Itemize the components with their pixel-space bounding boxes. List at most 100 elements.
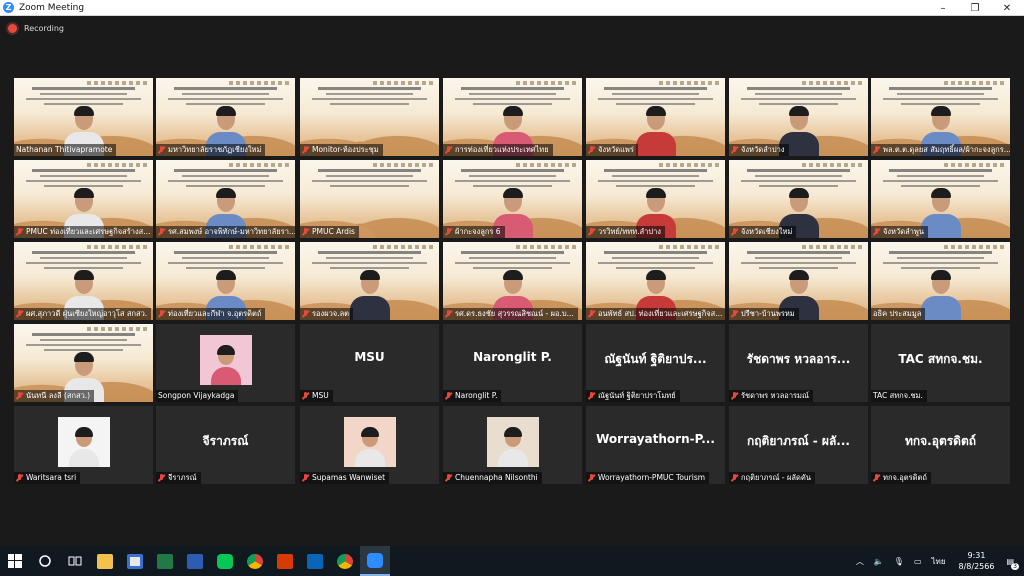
participant-tile[interactable]: อธิค ประสมมูล	[871, 242, 1010, 320]
participant-tile[interactable]: กฤติยาภรณ์ - ผลั... กฤติยาภรณ์ - ผลัดคัน	[729, 406, 868, 484]
participant-tile[interactable]: รศ.สมพงษ์ อาจพิทักษ์-มหาวิทยาลัยรา...	[156, 160, 295, 238]
participant-tile[interactable]: Monitor-ห้องประชุม	[300, 78, 439, 156]
participant-tile[interactable]: Worrayathorn-P... Worrayathorn-PMUC Touri…	[586, 406, 725, 484]
participant-tile[interactable]: มหาวิทยาลัยราชภัฏเชียงใหม่	[156, 78, 295, 156]
participant-name-label: Songpon Vijaykadga	[156, 390, 239, 402]
participant-tile[interactable]: PMUC Ardis	[300, 160, 439, 238]
line-icon[interactable]	[210, 546, 240, 576]
excel-icon[interactable]	[150, 546, 180, 576]
chrome-profile-icon[interactable]	[330, 546, 360, 576]
participant-name-label: จังหวัดลำปาง	[729, 144, 789, 156]
participant-name-text: กฤติยาภรณ์ - ผลัดคัน	[741, 473, 811, 482]
task-view-icon[interactable]	[60, 546, 90, 576]
participant-tile[interactable]: PMUC ท่องเที่ยวและเศรษฐกิจสร้างส...	[14, 160, 153, 238]
participant-name-text: Supamas Wanwiset	[312, 473, 386, 482]
profile-picture	[58, 417, 110, 467]
windows-start-icon[interactable]	[0, 546, 30, 576]
participant-tile[interactable]: ผ้ากะจงลูกร 6	[443, 160, 582, 238]
recording-dot-icon	[8, 23, 17, 33]
participant-name-text: Worrayathorn-PMUC Tourism	[598, 473, 706, 482]
participant-name-text: ปรีชา-บ้านพรหม	[741, 309, 795, 318]
network-icon[interactable]: ▭	[914, 557, 922, 566]
muted-mic-icon	[302, 146, 309, 154]
participant-name-label: อนพัทธ์ สป. ท่องเที่ยวและเศรษฐกิจส...	[586, 308, 725, 320]
muted-mic-icon	[445, 310, 452, 318]
chrome-icon[interactable]	[240, 546, 270, 576]
participant-name-text: PMUC Ardis	[312, 227, 355, 236]
muted-mic-icon	[731, 392, 738, 400]
clock[interactable]: 9:31 8/8/2566	[959, 550, 995, 572]
participant-name-label: ผ้ากะจงลูกร 6	[443, 226, 505, 238]
participant-tile[interactable]: รศ.ดร.ธงชัย สุวรรณสิชณน์ - ผอ.บ...	[443, 242, 582, 320]
notification-count: 3	[1011, 562, 1019, 570]
participant-tile[interactable]: พล.ต.ต.ดุลยส สัมฤทธิ์ผล/ผ้ากะจงลูกร...	[871, 78, 1010, 156]
participant-name-label: PMUC Ardis	[300, 226, 359, 238]
maximize-button[interactable]: ❐	[960, 0, 990, 16]
muted-mic-icon	[731, 146, 738, 154]
participant-tile[interactable]: รัชดาพร หวลอาร... รัชดาพร หวลอารมณ์	[729, 324, 868, 402]
participant-tile[interactable]: ณัฐนันท์ ฐิติยาปร... ณัฐนันท์ ฐิติยาปราโม…	[586, 324, 725, 402]
participant-name-text: การท่องเที่ยวแห่งประเทศไทย	[455, 145, 549, 154]
participant-display-name: ทกจ.อุตรดิตถ์	[904, 434, 977, 448]
notification-icon[interactable]: ▤ 3	[1006, 557, 1019, 570]
volume-icon[interactable]: 🔈	[874, 557, 884, 566]
participant-tile[interactable]: MSU MSU	[300, 324, 439, 402]
participant-video	[920, 270, 961, 320]
participant-tile[interactable]: วรวิทย์/ททท.ลำปาง	[586, 160, 725, 238]
muted-mic-icon	[445, 146, 452, 154]
participant-name-text: Naronglit P.	[455, 391, 498, 400]
zoom-icon[interactable]	[360, 546, 390, 576]
participant-tile[interactable]: การท่องเที่ยวแห่งประเทศไทย	[443, 78, 582, 156]
participant-name-label: MSU	[300, 390, 333, 402]
participant-tile[interactable]: ปรีชา-บ้านพรหม	[729, 242, 868, 320]
store-icon[interactable]	[120, 546, 150, 576]
participant-tile[interactable]: Supamas Wanwiset	[300, 406, 439, 484]
file-explorer-icon[interactable]	[90, 546, 120, 576]
close-button[interactable]: ✕	[992, 0, 1022, 16]
participant-name-label: รองผวจ.ลต	[300, 308, 354, 320]
participant-tile[interactable]: ท่องเที่ยวและกีฬา จ.อุตรดิตถ์	[156, 242, 295, 320]
participant-tile[interactable]: จังหวัดเชียงใหม่	[729, 160, 868, 238]
participant-tile[interactable]: Naronglit P. Naronglit P.	[443, 324, 582, 402]
participant-tile[interactable]: จีราภรณ์ จีราภรณ์	[156, 406, 295, 484]
participant-tile[interactable]: อนพัทธ์ สป. ท่องเที่ยวและเศรษฐกิจส...	[586, 242, 725, 320]
participant-name-label: ทกจ.อุตรดิตถ์	[871, 472, 931, 484]
muted-mic-icon	[302, 228, 309, 236]
participant-name-label: มหาวิทยาลัยราชภัฏเชียงใหม่	[156, 144, 266, 156]
participant-tile[interactable]: นันทนี ลงลี (สกสว.)	[14, 324, 153, 402]
search-icon[interactable]	[30, 546, 60, 576]
participant-display-name: กฤติยาภรณ์ - ผลั...	[747, 434, 850, 448]
participant-tile[interactable]: รองผวจ.ลต	[300, 242, 439, 320]
participant-tile[interactable]: จังหวัดแพร่	[586, 78, 725, 156]
participant-name-label: รศ.สมพงษ์ อาจพิทักษ์-มหาวิทยาลัยรา...	[156, 226, 295, 238]
participant-name-text: PMUC ท่องเที่ยวและเศรษฐกิจสร้างส...	[26, 227, 151, 236]
participant-tile[interactable]: Songpon Vijaykadga	[156, 324, 295, 402]
mail-icon[interactable]	[300, 546, 330, 576]
participant-name-text: วรวิทย์/ททท.ลำปาง	[598, 227, 661, 236]
participant-name-label: จังหวัดแพร่	[586, 144, 638, 156]
word-icon[interactable]	[180, 546, 210, 576]
muted-mic-icon	[731, 474, 738, 482]
participant-tile[interactable]: ผศ.สุภาวดี ฝุ่นเซียงใหญ่อาวุโส สกสว.	[14, 242, 153, 320]
profile-picture	[487, 417, 539, 467]
participant-tile[interactable]: Nathanan Thitivapramote	[14, 78, 153, 156]
recording-indicator[interactable]: Recording	[0, 17, 64, 39]
participant-name-text: ผ้ากะจงลูกร 6	[455, 227, 501, 236]
participant-tile[interactable]: Chuennapha Nilsonthi	[443, 406, 582, 484]
participant-video	[349, 270, 390, 320]
participant-tile[interactable]: Waritsara tsri	[14, 406, 153, 484]
muted-mic-icon	[445, 228, 452, 236]
microphone-icon[interactable]: 🎙	[894, 557, 904, 566]
participant-tile[interactable]: ทกจ.อุตรดิตถ์ ทกจ.อุตรดิตถ์	[871, 406, 1010, 484]
minimize-button[interactable]: –	[928, 0, 958, 16]
office-icon[interactable]	[270, 546, 300, 576]
participant-name-label: Waritsara tsri	[14, 472, 81, 484]
participant-tile[interactable]: จังหวัดลำพูน	[871, 160, 1010, 238]
language-indicator[interactable]: ไทย	[932, 555, 946, 568]
participant-tile[interactable]: TAC สทกจ.ชม. TAC สทกจ.ชม.	[871, 324, 1010, 402]
chevron-up-icon[interactable]: ︿	[856, 556, 864, 567]
muted-mic-icon	[873, 474, 880, 482]
participant-name-text: จีราภรณ์	[168, 473, 197, 482]
participant-tile[interactable]: จังหวัดลำปาง	[729, 78, 868, 156]
participant-name-label: จีราภรณ์	[156, 472, 201, 484]
